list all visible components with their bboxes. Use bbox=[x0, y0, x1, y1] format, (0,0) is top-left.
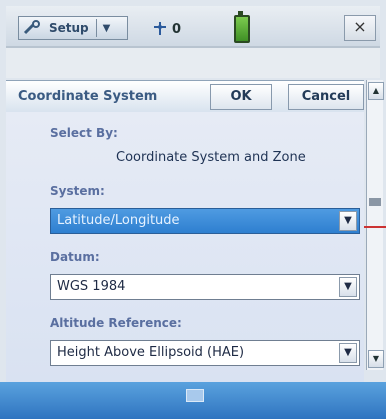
datum-label: Datum: bbox=[50, 250, 100, 264]
battery-icon bbox=[234, 11, 250, 43]
form-toolbar: Coordinate System OK Cancel bbox=[6, 80, 364, 114]
satellite-count: 0 bbox=[172, 22, 182, 37]
satellite-icon bbox=[154, 22, 166, 35]
menu-separator bbox=[95, 19, 97, 37]
system-select-value: Latitude/Longitude bbox=[57, 213, 180, 228]
cancel-button[interactable]: Cancel bbox=[288, 84, 364, 110]
chevron-down-icon[interactable]: ▼ bbox=[339, 277, 357, 297]
scroll-up-button[interactable]: ▲ bbox=[368, 82, 384, 100]
system-select[interactable]: Latitude/Longitude ▼ bbox=[50, 208, 360, 234]
altitude-reference-value: Height Above Ellipsoid (HAE) bbox=[57, 345, 245, 360]
vertical-scrollbar[interactable]: ▲ ▼ bbox=[366, 80, 384, 370]
page-title: Coordinate System bbox=[18, 89, 158, 104]
ok-button[interactable]: OK bbox=[210, 84, 272, 110]
spacer-panel bbox=[6, 48, 380, 78]
datum-select-value: WGS 1984 bbox=[57, 279, 126, 294]
chevron-down-icon[interactable]: ▼ bbox=[339, 211, 357, 231]
scroll-thumb[interactable] bbox=[369, 198, 381, 206]
datum-select[interactable]: WGS 1984 ▼ bbox=[50, 274, 360, 300]
wrench-icon bbox=[23, 20, 40, 35]
select-by-label: Select By: bbox=[50, 126, 118, 140]
keyboard-icon[interactable] bbox=[186, 389, 204, 402]
title-bar: Setup ▼ 0 × bbox=[6, 6, 380, 48]
bottom-taskbar bbox=[0, 382, 386, 419]
scroll-down-button[interactable]: ▼ bbox=[368, 350, 384, 368]
chevron-down-icon[interactable]: ▼ bbox=[103, 23, 111, 34]
edge-marker bbox=[364, 226, 386, 228]
close-button[interactable]: × bbox=[344, 15, 376, 41]
select-by-value: Coordinate System and Zone bbox=[116, 150, 306, 165]
coordinate-form: Select By: Coordinate System and Zone Sy… bbox=[6, 112, 364, 382]
altitude-reference-select[interactable]: Height Above Ellipsoid (HAE) ▼ bbox=[50, 340, 360, 366]
chevron-down-icon[interactable]: ▼ bbox=[339, 343, 357, 363]
setup-menu-label: Setup bbox=[49, 21, 89, 35]
system-label: System: bbox=[50, 184, 105, 198]
altitude-reference-label: Altitude Reference: bbox=[50, 316, 182, 330]
setup-menu-button[interactable]: Setup ▼ bbox=[18, 16, 128, 40]
